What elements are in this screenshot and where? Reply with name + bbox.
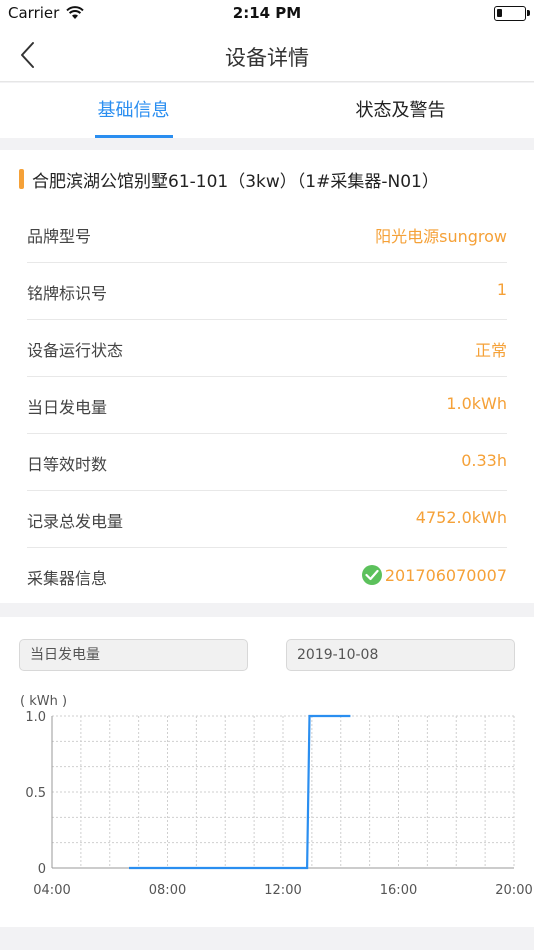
x-tick-label: 20:00 bbox=[495, 883, 532, 898]
device-title: 合肥滨湖公馆别墅61-101（3kw）（1#采集器-N01） bbox=[32, 172, 439, 192]
device-header: 合肥滨湖公馆别墅61-101（3kw）（1#采集器-N01） bbox=[0, 150, 534, 206]
y-tick-label: 0.5 bbox=[25, 786, 46, 801]
tab-bar: 基础信息 状态及警告 bbox=[0, 83, 534, 138]
info-value: 正常 bbox=[474, 341, 507, 360]
page-title: 设备详情 bbox=[225, 46, 309, 70]
info-value: 4752.0kWh bbox=[415, 508, 507, 527]
info-row-daily-energy: 当日发电量 1.0kWh bbox=[27, 377, 507, 434]
info-value: 1.0kWh bbox=[446, 394, 507, 413]
info-label: 当日发电量 bbox=[27, 398, 108, 417]
info-value: 1 bbox=[496, 280, 507, 299]
info-label: 设备运行状态 bbox=[27, 341, 124, 360]
x-tick-label: 12:00 bbox=[264, 883, 301, 898]
battery-level bbox=[497, 9, 502, 17]
y-tick-label: 1.0 bbox=[25, 710, 46, 725]
info-label: 日等效时数 bbox=[27, 455, 108, 474]
info-row-collector: 采集器信息 201706070007 bbox=[27, 548, 507, 605]
metric-selector[interactable]: 当日发电量 bbox=[19, 639, 248, 671]
x-tick-label: 04:00 bbox=[33, 883, 70, 898]
navigation-bar: 设备详情 bbox=[0, 28, 534, 82]
collector-id: 201706070007 bbox=[384, 566, 507, 585]
info-row-equivalent-hours: 日等效时数 0.33h bbox=[27, 434, 507, 491]
info-value: 阳光电源sungrow bbox=[375, 227, 507, 246]
info-row-nameplate: 铭牌标识号 1 bbox=[27, 263, 507, 320]
info-label: 品牌型号 bbox=[27, 227, 92, 246]
chart-card: 当日发电量 2019-10-08 ( kWh ) 0 0.5 1.0 04:00 08:0… bbox=[0, 617, 534, 927]
tab-basic-info[interactable]: 基础信息 bbox=[0, 83, 267, 138]
info-row-run-status: 设备运行状态 正常 bbox=[27, 320, 507, 377]
clock: 2:14 PM bbox=[232, 4, 302, 22]
device-info-card: 合肥滨湖公馆别墅61-101（3kw）（1#采集器-N01） 品牌型号 阳光电源… bbox=[0, 150, 534, 603]
info-row-brand: 品牌型号 阳光电源sungrow bbox=[27, 206, 507, 263]
check-circle-icon bbox=[361, 565, 382, 585]
tab-status-alerts[interactable]: 状态及警告 bbox=[267, 83, 534, 138]
info-value: 0.33h bbox=[461, 451, 507, 470]
info-row-total-energy: 记录总发电量 4752.0kWh bbox=[27, 491, 507, 548]
y-axis-label: ( kWh ) bbox=[20, 694, 67, 709]
x-tick-label: 08:00 bbox=[149, 883, 186, 898]
x-tick-label: 16:00 bbox=[380, 883, 417, 898]
date-selector[interactable]: 2019-10-08 bbox=[286, 639, 515, 671]
active-tab-indicator bbox=[95, 135, 173, 138]
collector-info-value[interactable]: 201706070007 bbox=[361, 565, 507, 585]
energy-line-chart: ( kWh ) 0 0.5 1.0 04:00 08:00 12:00 16:00 20:00 bbox=[20, 694, 533, 898]
y-tick-label: 0 bbox=[38, 862, 46, 877]
info-label: 铭牌标识号 bbox=[27, 284, 108, 303]
section-marker bbox=[19, 169, 24, 189]
status-bar: Carrier 2:14 PM bbox=[0, 0, 534, 28]
info-label: 采集器信息 bbox=[27, 569, 108, 588]
battery-icon bbox=[494, 6, 530, 21]
info-label: 记录总发电量 bbox=[27, 512, 124, 531]
